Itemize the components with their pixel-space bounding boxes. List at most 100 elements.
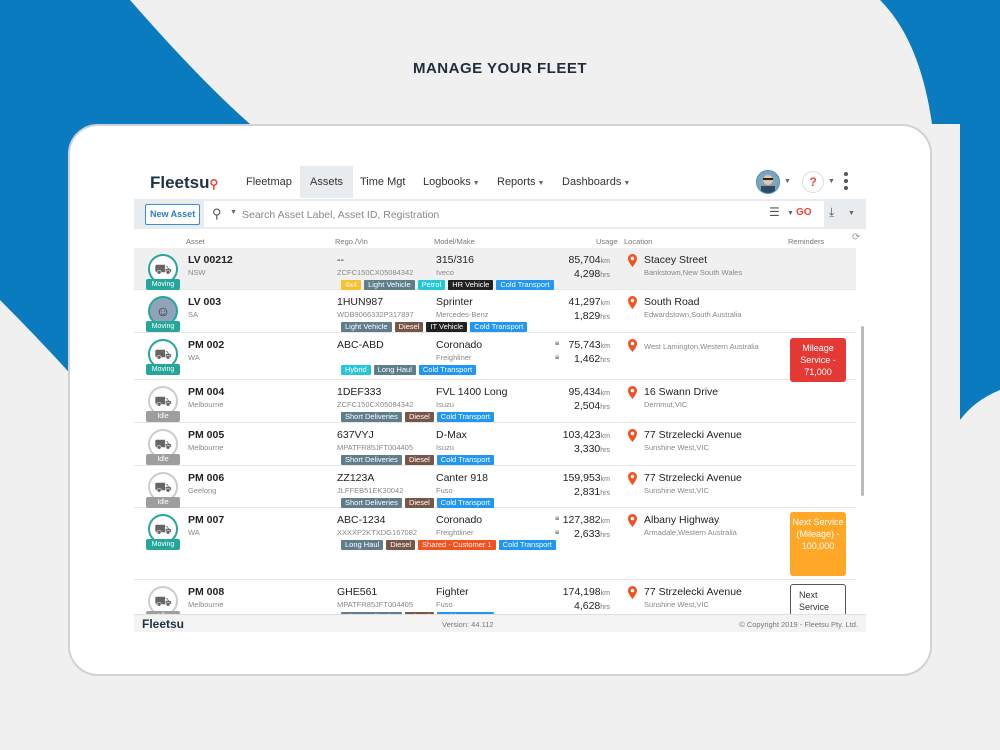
location-street[interactable]: 77 Strzelecki Avenue	[644, 429, 742, 441]
reminder-badge[interactable]: Mileage Service - 71,000	[790, 338, 846, 382]
asset-tag[interactable]: IT Vehicle	[426, 322, 468, 332]
usage-km: 127,382km	[562, 514, 610, 526]
location-pin-icon[interactable]	[628, 254, 637, 267]
table-row[interactable]: ⛟ Idle PM 006 Geelong ZZ123A JLFFEB51EK30042 C…	[134, 466, 856, 508]
asset-label[interactable]: PM 007	[188, 514, 224, 526]
location-pin-icon[interactable]	[628, 386, 637, 399]
asset-tag[interactable]: Hybrid	[341, 365, 371, 375]
location-pin-icon[interactable]	[628, 586, 637, 599]
search-icon[interactable]: ⚲	[212, 206, 222, 222]
asset-tag[interactable]: HR Vehicle	[448, 280, 494, 290]
help-button[interactable]: ?	[802, 171, 824, 193]
asset-tag[interactable]: Long Haul	[341, 540, 384, 550]
tab-fleetmap[interactable]: Fleetmap	[236, 166, 302, 198]
tab-dashboards[interactable]: Dashboards ▼	[552, 166, 640, 198]
usage-km: 85,704km	[568, 254, 610, 266]
user-avatar[interactable]	[756, 170, 780, 194]
asset-tag[interactable]: Long Haul	[373, 365, 416, 375]
scrollbar[interactable]	[861, 326, 864, 496]
col-location[interactable]: Location	[624, 237, 652, 246]
search-input[interactable]	[240, 205, 754, 225]
table-row[interactable]: ⛟ Idle PM 004 Melbourne 1DEF333 ZCFC150CX0508…	[134, 380, 856, 423]
refresh-icon[interactable]: ⟳	[852, 232, 860, 243]
asset-tag[interactable]: Diesel	[404, 412, 434, 422]
asset-tag[interactable]: Cold Transport	[496, 280, 554, 290]
chevron-down-icon: ▼	[472, 180, 480, 187]
asset-group: SA	[188, 310, 199, 319]
chevron-down-icon[interactable]: ▼	[230, 209, 237, 216]
tab-logbooks[interactable]: Logbooks▼beta	[413, 166, 490, 198]
fleetsu-logo[interactable]: Fleetsu⚲	[150, 173, 218, 193]
col-rego[interactable]: Rego./Vin	[335, 237, 368, 246]
chevron-down-icon[interactable]: ▼	[784, 178, 791, 185]
table-row[interactable]: ⛟ Moving PM 007 WA ABC-1234 XXXXP2KTXDG167082…	[134, 508, 856, 580]
asset-tag[interactable]: Diesel	[404, 498, 434, 508]
tab-reports[interactable]: Reports ▼	[487, 166, 554, 198]
asset-tag[interactable]: Diesel	[394, 322, 424, 332]
rego: --	[337, 254, 344, 266]
table-row[interactable]: ⛟ Moving PM 002 WA ABC-ABD Coronado Freighline…	[134, 333, 856, 382]
tab-time-mgt[interactable]: Time Mgt	[350, 166, 415, 198]
asset-tag[interactable]: Short Deliveries	[341, 412, 402, 422]
asset-tag[interactable]: Cold Transport	[436, 455, 494, 465]
asset-tag[interactable]: Short Deliveries	[341, 498, 402, 508]
asset-tag[interactable]: Shared - Customer 1	[418, 540, 496, 550]
asset-label[interactable]: LV 00212	[188, 254, 233, 266]
asset-label[interactable]: PM 006	[188, 472, 224, 484]
location-suburb: Sunshine West,VIC	[644, 600, 709, 609]
model: Sprinter	[436, 296, 473, 308]
asset-tag[interactable]: Light Vehicle	[341, 322, 392, 332]
asset-label[interactable]: LV 003	[188, 296, 221, 308]
location-street[interactable]: South Road	[644, 296, 699, 308]
location-pin-icon[interactable]	[628, 296, 637, 309]
col-model[interactable]: Model/Make	[434, 237, 475, 246]
asset-tag[interactable]: 4x4	[341, 280, 362, 290]
table-row[interactable]: ⛟ Moving LV 00212 NSW -- ZCFC150CX05084342 315…	[134, 248, 856, 290]
asset-tag[interactable]: Cold Transport	[436, 498, 494, 508]
location-pin-icon[interactable]	[628, 472, 637, 485]
status-badge: Idle	[146, 497, 180, 508]
location-pin-icon[interactable]	[628, 514, 637, 527]
location-street[interactable]: Stacey Street	[644, 254, 707, 266]
asset-label[interactable]: PM 002	[188, 339, 224, 351]
asset-tag[interactable]: Diesel	[386, 540, 416, 550]
asset-tag[interactable]: Light Vehicle	[364, 280, 415, 290]
col-usage[interactable]: Usage	[596, 237, 618, 246]
asset-label[interactable]: PM 004	[188, 386, 224, 398]
reminder-badge[interactable]: Next Service (Mileage) - 100,000	[790, 512, 846, 576]
location-street[interactable]: 77 Strzelecki Avenue	[644, 586, 742, 598]
asset-tag[interactable]: Cold Transport	[470, 322, 528, 332]
asset-tag[interactable]: Cold Transport	[418, 365, 477, 375]
location-pin-icon[interactable]	[628, 429, 637, 442]
asset-label[interactable]: PM 008	[188, 586, 224, 598]
go-button[interactable]: GO	[796, 207, 812, 218]
download-icon[interactable]: ⤓	[829, 205, 834, 220]
filter-sliders-icon[interactable]: ☰	[769, 205, 780, 219]
location-street[interactable]: 16 Swann Drive	[644, 386, 718, 398]
more-menu-icon[interactable]	[844, 172, 850, 192]
asset-tag[interactable]: Diesel	[404, 455, 434, 465]
tab-assets[interactable]: Assets	[300, 166, 354, 198]
table-row[interactable]: ⛟ Idle PM 005 Melbourne 637VYJ MPATFR85JFT004…	[134, 423, 856, 466]
col-reminders[interactable]: Reminders	[788, 237, 824, 246]
asset-tag[interactable]: Cold Transport	[498, 540, 556, 550]
lock-icon: 🔒︎	[555, 352, 560, 361]
asset-label[interactable]: PM 005	[188, 429, 224, 441]
asset-tag[interactable]: Short Deliveries	[341, 455, 402, 465]
asset-tag[interactable]: Cold Transport	[436, 412, 494, 422]
location-street[interactable]: 77 Strzelecki Avenue	[644, 472, 742, 484]
chevron-down-icon[interactable]: ▼	[848, 210, 855, 217]
model: Coronado	[436, 514, 483, 526]
vin: WDB9066332P317897	[337, 310, 414, 319]
table-row[interactable]: ☺ Moving LV 003 SA 1HUN987 WDB9066332P317897 S…	[134, 290, 856, 333]
make: Freighliner	[436, 353, 472, 362]
col-asset[interactable]: Asset	[186, 237, 205, 246]
version-text: Version: 44.112	[442, 620, 494, 629]
location-street[interactable]: West Lamington,Western Australia	[644, 342, 759, 351]
chevron-down-icon[interactable]: ▼	[828, 178, 835, 185]
location-street[interactable]: Albany Highway	[644, 514, 719, 526]
asset-tag[interactable]: Petrol	[417, 280, 446, 290]
chevron-down-icon[interactable]: ▼	[787, 210, 794, 217]
location-pin-icon[interactable]	[628, 339, 637, 352]
new-asset-button[interactable]: New Asset	[145, 204, 201, 225]
